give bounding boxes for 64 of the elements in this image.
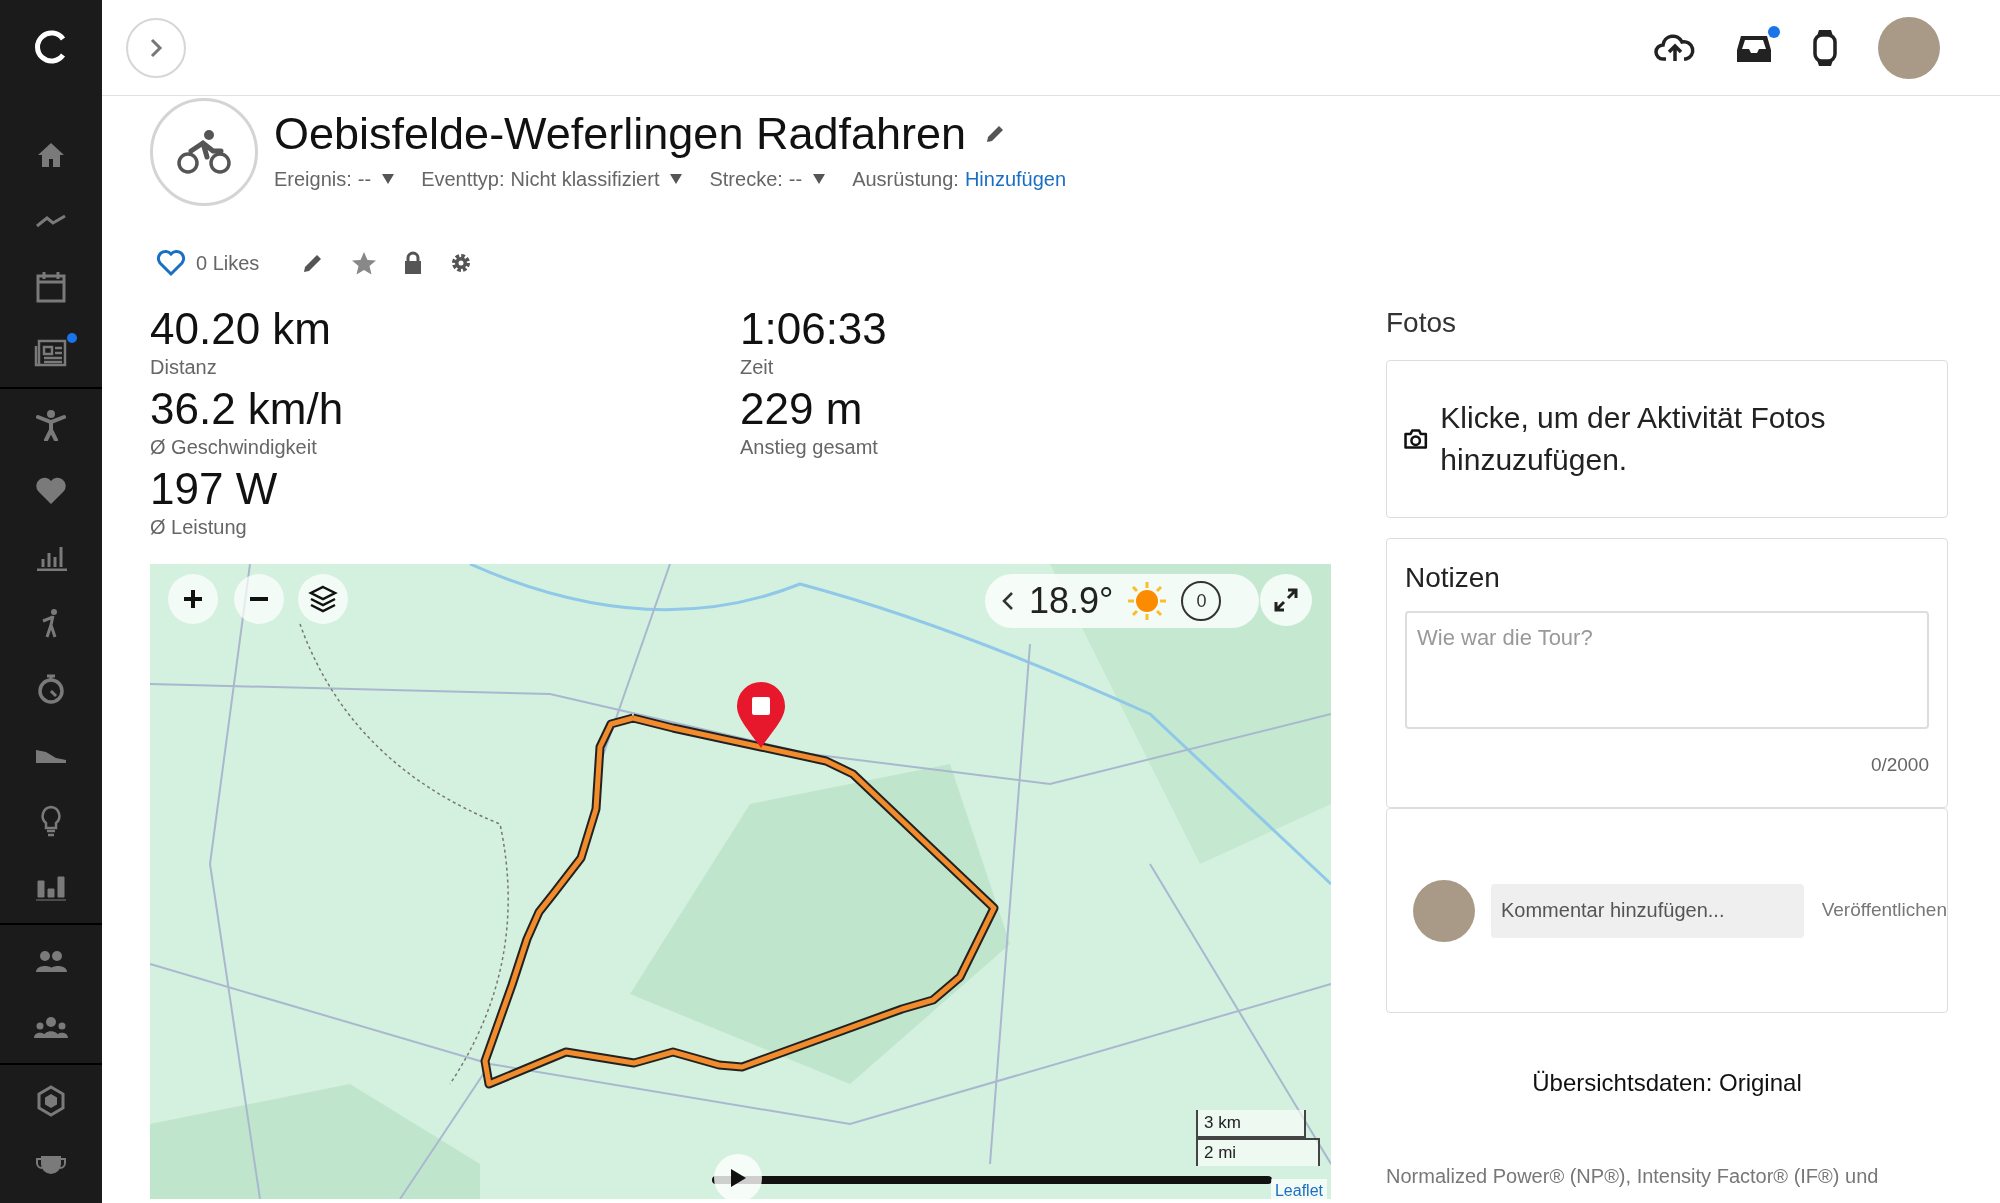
smartwatch-icon[interactable] — [1812, 28, 1838, 67]
field-label: Eventtyp: — [421, 167, 505, 192]
stat-label: Ø Geschwindigkeit — [150, 435, 318, 460]
column-chart-icon[interactable] — [35, 873, 67, 901]
dropdown-value[interactable]: -- — [357, 164, 372, 194]
stat-value: 197 W — [150, 464, 279, 514]
activity-title: Oebisfelde-Weferlingen Radfahren — [274, 107, 967, 161]
photos-heading: Fotos — [1386, 306, 1458, 340]
lightbulb-icon[interactable] — [39, 805, 63, 837]
group-icon[interactable] — [34, 1016, 68, 1038]
sun-icon — [1127, 581, 1168, 621]
temperature: 18.9° — [1029, 579, 1114, 623]
lock-icon[interactable] — [403, 251, 424, 275]
star-icon[interactable] — [351, 251, 378, 275]
news-icon[interactable] — [34, 338, 68, 368]
play-icon — [729, 1168, 747, 1188]
caret-icon[interactable] — [669, 173, 684, 185]
camera-icon — [1403, 426, 1429, 452]
dropdown-value[interactable]: -- — [788, 164, 803, 194]
footnote: Normalized Power® (NP®), Intensity Factor® (IF®) und — [1386, 1164, 1880, 1189]
trend-line-icon[interactable] — [35, 214, 67, 228]
stat-label: Zeit — [740, 355, 775, 380]
field-label: Ereignis: — [274, 167, 352, 192]
hexagon-icon[interactable] — [36, 1085, 66, 1117]
upload-cloud-icon[interactable] — [1654, 32, 1696, 63]
dropdown-value[interactable]: Nicht klassifiziert — [510, 164, 660, 194]
attribution-link[interactable]: Leaflet — [1270, 1179, 1327, 1199]
character-counter: 0/2000 — [1870, 753, 1929, 777]
chevron-right-icon — [148, 36, 164, 59]
stat-value: 1:06:33 — [740, 304, 888, 354]
add-link[interactable]: Hinzufügen — [964, 164, 1067, 194]
stat-label: Distanz — [150, 355, 218, 380]
field-label: Ausrüstung: — [852, 167, 959, 192]
stat-label: Ø Leistung — [150, 515, 248, 540]
summary-title: Übersichtsdaten: Original — [1532, 1068, 1802, 1098]
location-pin-icon[interactable] — [735, 682, 787, 750]
stat-value: 40.20 km — [150, 304, 332, 354]
notes-field[interactable]: Wie war die Tour? — [1405, 611, 1929, 729]
chevron-left-icon[interactable] — [1001, 591, 1015, 611]
comment-field[interactable]: Kommentar hinzufügen... — [1491, 883, 1804, 938]
layers-icon — [308, 584, 338, 614]
stat-label: Anstieg gesamt — [740, 435, 879, 460]
stat-value: 36.2 km/h — [150, 384, 345, 434]
publish-button[interactable]: Veröffentlichen — [1821, 896, 1947, 925]
stopwatch-icon[interactable] — [36, 673, 66, 705]
scale-label: 3 km — [1196, 1110, 1306, 1138]
field-label: Strecke: — [709, 167, 783, 192]
calendar-icon[interactable] — [36, 271, 66, 303]
stat-value: 229 m — [740, 384, 864, 434]
minus-icon — [248, 597, 270, 601]
person-icon[interactable] — [36, 409, 66, 441]
expand-icon — [1274, 588, 1298, 612]
timer-badge[interactable]: 0 — [1181, 581, 1222, 621]
plus-icon — [182, 588, 204, 610]
add-photos-button[interactable]: Klicke, um der Aktivität Fotos hinzuzufügen. — [1386, 360, 1948, 518]
notes-heading: Notizen — [1405, 561, 1501, 595]
cycling-icon — [150, 98, 258, 206]
heart-icon[interactable] — [35, 477, 67, 505]
caret-icon[interactable] — [381, 173, 396, 185]
two-people-icon[interactable] — [35, 949, 67, 973]
home-icon[interactable] — [36, 141, 66, 169]
scale-label: 2 mi — [1196, 1138, 1320, 1166]
caret-icon[interactable] — [812, 173, 827, 185]
like-button[interactable]: 0 Likes — [156, 248, 260, 278]
